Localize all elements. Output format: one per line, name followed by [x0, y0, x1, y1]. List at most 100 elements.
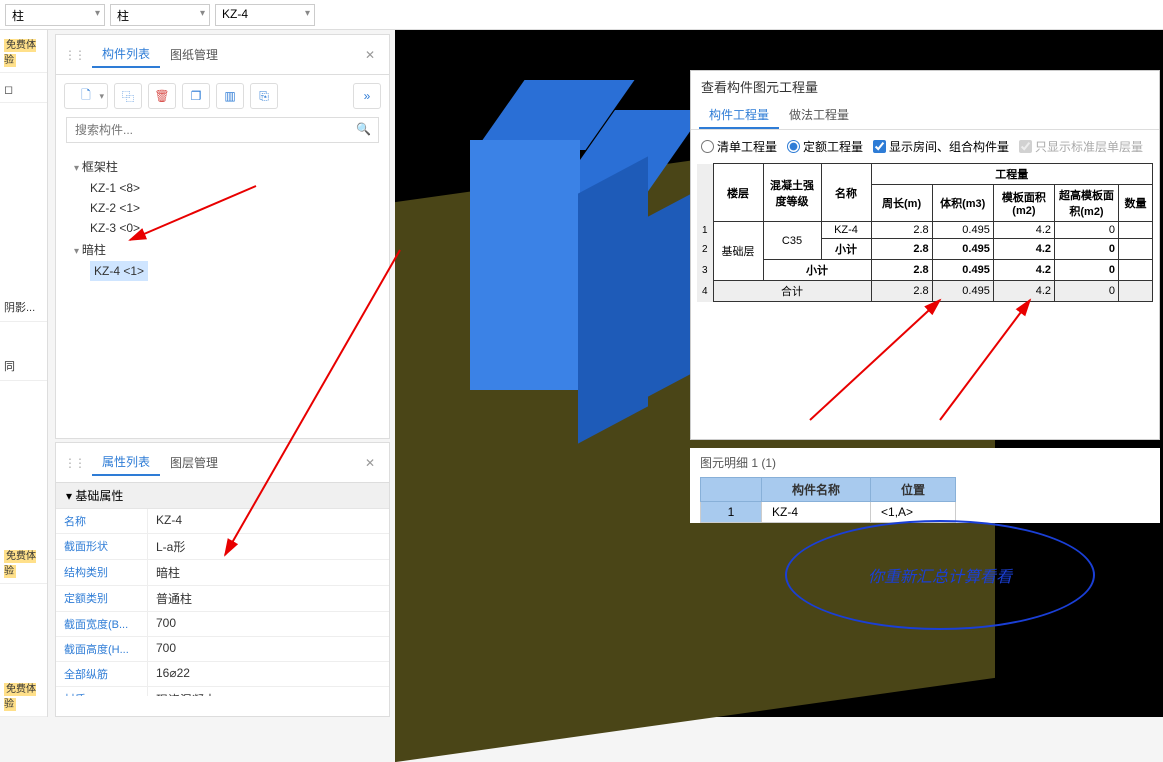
- tree-item-kz4[interactable]: KZ-4 <1>: [90, 261, 148, 281]
- left-edge-bar: 免费体验 ◻ 阴影... 同 免费体验 免费体验: [0, 30, 48, 717]
- search-row: 🔍: [56, 117, 389, 151]
- tab-component-qty[interactable]: 构件工程量: [699, 102, 779, 129]
- side-tabs: ⋮⋮ 构件列表 图纸管理 ✕: [56, 35, 389, 75]
- copy-button[interactable]: ⿻: [114, 83, 142, 109]
- prop-value[interactable]: 700: [148, 612, 389, 636]
- copy2-button[interactable]: ❐: [182, 83, 210, 109]
- prop-label: 材质: [56, 687, 148, 696]
- tab-method-qty[interactable]: 做法工程量: [779, 102, 859, 129]
- tree-item-kz1[interactable]: KZ-1 <8>: [66, 178, 379, 198]
- th-volume: 体积(m3): [932, 185, 993, 222]
- annotation-ellipse: 你重新汇总计算看看: [785, 520, 1095, 630]
- prop-label: 截面形状: [56, 534, 148, 559]
- export-button[interactable]: ⎘: [250, 83, 278, 109]
- property-row[interactable]: 定额类别普通柱: [56, 586, 389, 612]
- detail-row[interactable]: 1 KZ-4 <1,A>: [701, 502, 956, 523]
- prop-value[interactable]: 16⌀22: [148, 662, 389, 686]
- grip-icon[interactable]: ⋮⋮: [64, 48, 84, 62]
- radio-quota-qty[interactable]: 定额工程量: [787, 138, 863, 155]
- quantity-table: 楼层 混凝土强度等级 名称 工程量 周长(m) 体积(m3) 模板面积(m2) …: [697, 163, 1153, 302]
- tab-layer-mgmt[interactable]: 图层管理: [160, 450, 228, 475]
- edge-item-1b[interactable]: ◻: [0, 77, 47, 103]
- th-perimeter: 周长(m): [871, 185, 932, 222]
- th-grade: 混凝土强度等级: [763, 164, 821, 222]
- tab-component-list[interactable]: 构件列表: [92, 41, 160, 68]
- checkbox-show-room[interactable]: 显示房间、组合构件量: [873, 138, 1009, 155]
- search-input[interactable]: [66, 117, 379, 143]
- prop-label: 全部纵筋: [56, 662, 148, 686]
- edge-item-4[interactable]: 免费体验: [0, 541, 47, 584]
- tree-item-kz3[interactable]: KZ-3 <0>: [66, 218, 379, 238]
- edge-item-sync[interactable]: 同: [0, 352, 47, 381]
- more-button[interactable]: »: [353, 83, 381, 109]
- delete-button[interactable]: 🗑: [148, 83, 176, 109]
- search-icon: 🔍: [356, 122, 371, 136]
- prop-label: 定额类别: [56, 586, 148, 611]
- prop-tabs: ⋮⋮ 属性列表 图层管理 ✕: [56, 443, 389, 483]
- edge-item-1[interactable]: 免费体验: [0, 30, 47, 73]
- th-component-name: 构件名称: [762, 478, 871, 502]
- prop-label: 截面宽度(B...: [56, 612, 148, 636]
- property-group-basic[interactable]: ▾ 基础属性: [56, 483, 389, 509]
- component-toolbar: 🗋 ⿻ 🗑 ❐ ▥ ⎘ »: [56, 75, 389, 117]
- edge-item-5[interactable]: 免费体验: [0, 674, 47, 717]
- property-row[interactable]: 结构类别暗柱: [56, 560, 389, 586]
- tree-item-kz2[interactable]: KZ-2 <1>: [66, 198, 379, 218]
- detail-table: 构件名称 位置 1 KZ-4 <1,A>: [700, 477, 956, 523]
- column-3d-model[interactable]: [470, 80, 690, 420]
- prop-value[interactable]: 普通柱: [148, 586, 389, 611]
- prop-value[interactable]: 现浇混凝土: [148, 687, 389, 696]
- radio-list-qty[interactable]: 清单工程量: [701, 138, 777, 155]
- property-panel: ⋮⋮ 属性列表 图层管理 ✕ ▾ 基础属性 名称KZ-4截面形状L-a形结构类别…: [55, 442, 390, 717]
- table-row[interactable]: 4合计2.80.4954.20: [697, 281, 1153, 302]
- category-dropdown-2[interactable]: 柱: [110, 4, 210, 26]
- detail-idx-header: [701, 478, 762, 502]
- prop-value[interactable]: KZ-4: [148, 509, 389, 533]
- checkbox-std-floor[interactable]: 只显示标准层单层量: [1019, 138, 1143, 155]
- element-detail-panel: 图元明细 1 (1) 构件名称 位置 1 KZ-4 <1,A>: [690, 448, 1160, 523]
- th-position: 位置: [871, 478, 956, 502]
- property-grid: ▾ 基础属性 名称KZ-4截面形状L-a形结构类别暗柱定额类别普通柱截面宽度(B…: [56, 483, 389, 696]
- table-row[interactable]: 1基础层C35KZ-42.80.4954.20: [697, 222, 1153, 239]
- component-dropdown[interactable]: KZ-4: [215, 4, 315, 26]
- th-high-formwork: 超高模板面积(m2): [1055, 185, 1119, 222]
- quantity-tabs: 构件工程量 做法工程量: [691, 102, 1159, 130]
- property-row[interactable]: 截面宽度(B...700: [56, 612, 389, 637]
- prop-value[interactable]: 暗柱: [148, 560, 389, 585]
- tree-group-hidden-column[interactable]: 暗柱: [66, 238, 379, 261]
- prop-value[interactable]: 700: [148, 637, 389, 661]
- property-row[interactable]: 截面形状L-a形: [56, 534, 389, 560]
- category-dropdown-1[interactable]: 柱: [5, 4, 105, 26]
- table-row[interactable]: 3小计2.80.4954.20: [697, 260, 1153, 281]
- grip-icon[interactable]: ⋮⋮: [64, 456, 84, 470]
- panel-title: 查看构件图元工程量: [691, 71, 1159, 102]
- component-tree: 框架柱 KZ-1 <8> KZ-2 <1> KZ-3 <0> 暗柱 KZ-4 <…: [56, 151, 389, 285]
- prop-value[interactable]: L-a形: [148, 534, 389, 559]
- th-name: 名称: [821, 164, 871, 222]
- quantity-view-panel: 查看构件图元工程量 构件工程量 做法工程量 清单工程量 定额工程量 显示房间、组…: [690, 70, 1160, 440]
- close-icon[interactable]: ✕: [359, 46, 381, 64]
- th-count: 数量: [1119, 185, 1153, 222]
- detail-title: 图元明细 1 (1): [690, 448, 1160, 477]
- th-qty-group: 工程量: [871, 164, 1153, 185]
- tab-drawing-mgmt[interactable]: 图纸管理: [160, 42, 228, 67]
- property-row[interactable]: 名称KZ-4: [56, 509, 389, 534]
- tree-group-frame-column[interactable]: 框架柱: [66, 155, 379, 178]
- prop-label: 结构类别: [56, 560, 148, 585]
- new-button[interactable]: 🗋: [64, 83, 108, 109]
- edge-item-shadow[interactable]: 阴影...: [0, 293, 47, 322]
- annotation-text: 你重新汇总计算看看: [868, 563, 1012, 587]
- tab-property-list[interactable]: 属性列表: [92, 449, 160, 476]
- layer-button[interactable]: ▥: [216, 83, 244, 109]
- top-bar: 柱 柱 KZ-4: [0, 0, 1163, 30]
- prop-label: 截面高度(H...: [56, 637, 148, 661]
- property-row[interactable]: 截面高度(H...700: [56, 637, 389, 662]
- th-floor: 楼层: [713, 164, 763, 222]
- filter-options: 清单工程量 定额工程量 显示房间、组合构件量 只显示标准层单层量: [691, 130, 1159, 163]
- component-list-panel: ⋮⋮ 构件列表 图纸管理 ✕ 🗋 ⿻ 🗑 ❐ ▥ ⎘ » 🔍 框架柱 KZ-1 …: [55, 34, 390, 439]
- property-row[interactable]: 全部纵筋16⌀22: [56, 662, 389, 687]
- close-icon[interactable]: ✕: [359, 454, 381, 472]
- prop-label: 名称: [56, 509, 148, 533]
- th-formwork: 模板面积(m2): [993, 185, 1054, 222]
- property-row[interactable]: 材质现浇混凝土: [56, 687, 389, 696]
